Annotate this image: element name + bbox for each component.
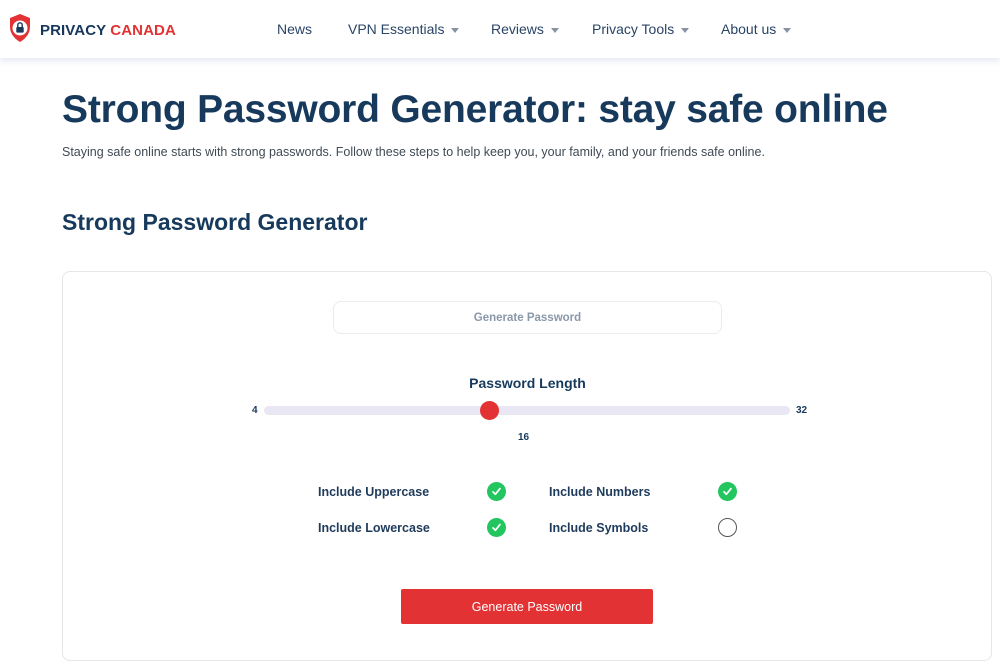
nav-label: Privacy Tools [592, 21, 675, 37]
option-label-symbols: Include Symbols [549, 521, 649, 535]
checkmark-icon [723, 487, 732, 496]
section-title: Strong Password Generator [62, 209, 368, 235]
page-subtitle: Staying safe online starts with strong p… [62, 145, 765, 159]
uppercase-checkbox[interactable] [487, 482, 506, 501]
logo-text-canada: CANADA [110, 22, 176, 39]
option-label-uppercase: Include Uppercase [318, 485, 430, 499]
symbols-checkbox[interactable] [718, 518, 737, 537]
nav-item-news[interactable]: News [277, 21, 312, 37]
logo-text-privacy: PRIVACY [40, 22, 106, 39]
page-title: Strong Password Generator: stay safe onl… [62, 88, 888, 131]
checkmark-icon [492, 523, 501, 532]
nav-label: VPN Essentials [348, 21, 445, 37]
slider-max-label: 32 [796, 405, 808, 416]
chevron-down-icon [783, 27, 792, 33]
option-label-lowercase: Include Lowercase [318, 521, 430, 535]
chevron-down-icon [550, 27, 559, 33]
nav-item-about-us[interactable]: About us [721, 21, 792, 37]
password-output-field[interactable]: Generate Password [333, 301, 722, 334]
password-output-placeholder: Generate Password [473, 311, 582, 324]
nav-item-reviews[interactable]: Reviews [491, 21, 559, 37]
nav-label: About us [721, 21, 777, 37]
lowercase-checkbox[interactable] [487, 518, 506, 537]
nav-item-vpn-essentials[interactable]: VPN Essentials [348, 21, 460, 37]
chevron-down-icon [451, 27, 460, 33]
slider-min-label: 4 [252, 405, 258, 416]
nav-label: Reviews [491, 21, 544, 37]
numbers-checkbox[interactable] [718, 482, 737, 501]
nav-item-privacy-tools[interactable]: Privacy Tools [592, 21, 690, 37]
logo-text: PRIVACY CANADA [40, 22, 176, 39]
password-length-label: Password Length [469, 375, 586, 391]
shield-lock-icon [8, 13, 32, 48]
option-label-numbers: Include Numbers [549, 485, 651, 499]
chevron-down-icon [681, 27, 690, 33]
site-header: PRIVACY CANADA News VPN Essentials Revie… [0, 0, 1000, 58]
nav-label: News [277, 21, 313, 37]
slider-value-label: 16 [518, 432, 530, 443]
logo[interactable]: PRIVACY CANADA [8, 13, 176, 48]
checkmark-icon [492, 487, 501, 496]
generate-password-button[interactable]: Generate Password [401, 589, 653, 624]
password-length-slider-track[interactable] [264, 406, 790, 415]
password-length-slider-thumb[interactable] [479, 401, 499, 420]
